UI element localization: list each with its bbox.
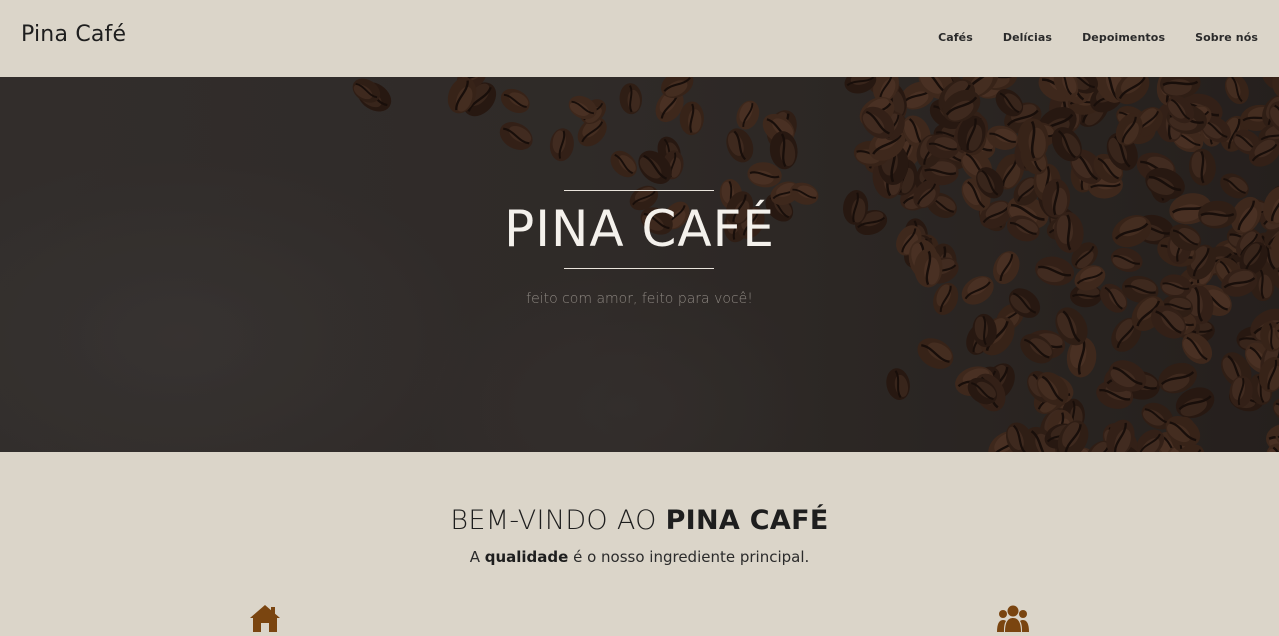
nav-link-cafes[interactable]: Cafés [938, 31, 973, 44]
welcome-title-brand: PINA CAFÉ [665, 505, 829, 536]
nav-link-sobre-nos[interactable]: Sobre nós [1195, 31, 1258, 44]
hero-banner: PINA CAFÉ feito com amor, feito para voc… [0, 77, 1279, 452]
hero-overlay [0, 77, 1279, 452]
brand-logo-link[interactable]: Pina Café [21, 22, 126, 47]
main-nav: Cafés Delícias Depoimentos Sobre nós [908, 31, 1258, 44]
page: Pina Café Cafés Delícias Depoimentos Sob… [0, 0, 1279, 636]
home-icon [250, 605, 280, 632]
users-icon [997, 605, 1029, 632]
welcome-title-prefix: BEM-VINDO AO [450, 505, 666, 536]
welcome-sub-prefix: A [469, 548, 485, 566]
hero-divider-top [564, 190, 714, 191]
nav-link-depoimentos[interactable]: Depoimentos [1082, 31, 1165, 44]
top-navbar: Pina Café Cafés Delícias Depoimentos Sob… [0, 0, 1279, 77]
hero-title: PINA CAFÉ [504, 200, 775, 258]
welcome-sub-suffix: é o nosso ingrediente principal. [568, 548, 810, 566]
hero-subtitle: feito com amor, feito para você! [526, 291, 753, 307]
hero-divider-bottom [564, 268, 714, 269]
welcome-subtitle: A qualidade é o nosso ingrediente princi… [0, 548, 1279, 566]
welcome-title: BEM-VINDO AO PINA CAFÉ [0, 505, 1279, 536]
welcome-sub-strong: qualidade [484, 548, 569, 566]
nav-link-delicias[interactable]: Delícias [1003, 31, 1052, 44]
